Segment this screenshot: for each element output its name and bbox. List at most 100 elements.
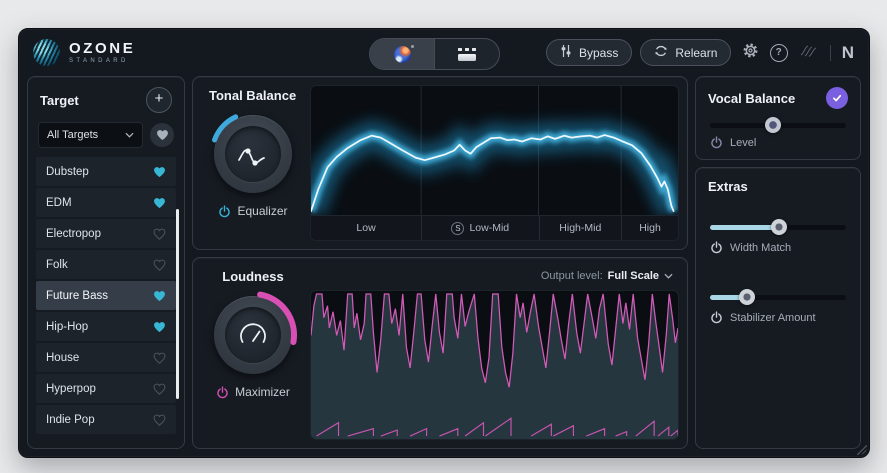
target-item[interactable]: Electropop <box>36 219 176 248</box>
relearn-button[interactable]: Relearn <box>640 39 731 66</box>
band-low-mid[interactable]: SLow-Mid <box>421 216 538 240</box>
stabilizer-handle[interactable] <box>739 289 755 305</box>
width-match-fill <box>710 225 779 230</box>
target-item[interactable]: Folk <box>36 250 176 279</box>
loudness-waveform-svg <box>311 291 678 439</box>
heart-filled-icon[interactable] <box>153 197 166 209</box>
target-item[interactable]: Indie Pop <box>36 405 176 434</box>
band-low[interactable]: Low <box>311 216 421 240</box>
output-level-label: Output level: <box>541 270 603 282</box>
target-item-label: Future Bass <box>46 290 108 302</box>
target-item[interactable]: House <box>36 343 176 372</box>
solo-badge[interactable]: S <box>451 222 464 235</box>
heart-filled-icon[interactable] <box>153 166 166 178</box>
maximizer-knob[interactable] <box>214 296 292 374</box>
bypass-button[interactable]: Bypass <box>546 39 632 66</box>
band-high[interactable]: High <box>621 216 678 240</box>
band-label: High <box>639 222 661 234</box>
output-level-dropdown[interactable]: Output level: Full Scale <box>310 266 679 290</box>
equalizer-power-icon[interactable] <box>218 205 231 218</box>
relearn-label: Relearn <box>675 46 717 60</box>
target-item-label: Electropop <box>46 228 101 240</box>
width-match-power-icon[interactable] <box>710 241 723 254</box>
heart-icon <box>156 129 169 141</box>
check-icon <box>831 92 843 104</box>
target-item-label: EDM <box>46 197 72 209</box>
target-item[interactable]: Hyperpop <box>36 374 176 403</box>
content-area: Target + All Targets Dubs <box>27 76 861 449</box>
heart-filled-icon[interactable] <box>153 321 166 333</box>
assistant-view-tab[interactable] <box>370 39 434 69</box>
scrollbar[interactable] <box>176 209 179 399</box>
band-high-mid[interactable]: High-Mid <box>539 216 622 240</box>
target-item[interactable]: Hip-Hop <box>36 312 176 341</box>
target-item-label: Hip-Hop <box>46 321 88 333</box>
stabilizer-label: Stabilizer Amount <box>730 312 816 324</box>
heart-filled-icon[interactable] <box>153 290 166 302</box>
maximizer-power-icon[interactable] <box>216 386 229 399</box>
stabilizer-slider[interactable] <box>710 289 846 305</box>
stabilizer-power-icon[interactable] <box>710 311 723 324</box>
vocal-level-handle[interactable] <box>765 117 781 133</box>
target-filter-value: All Targets <box>47 129 98 141</box>
ozone-logo-icon <box>33 39 60 66</box>
view-toggle <box>369 38 500 70</box>
heart-outline-icon[interactable] <box>153 414 166 426</box>
brand-subtitle: STANDARD <box>69 58 135 64</box>
desktop-background: OZONE STANDARD Bypass Re <box>0 0 887 473</box>
target-item-label: Indie Pop <box>46 414 95 426</box>
eq-curve-icon <box>233 134 273 174</box>
vocal-balance-title: Vocal Balance <box>708 91 795 106</box>
gauge-icon <box>233 315 273 355</box>
bypass-label: Bypass <box>579 46 618 60</box>
izotope-logo-icon <box>799 43 819 63</box>
loudness-visualizer <box>310 290 679 440</box>
help-icon[interactable]: ? <box>770 44 788 62</box>
output-level-value: Full Scale <box>608 270 659 282</box>
target-panel: Target + All Targets Dubs <box>27 76 185 449</box>
target-item-label: Folk <box>46 259 68 271</box>
vocal-balance-enabled-checkbox[interactable] <box>826 87 848 109</box>
band-label: Low <box>356 222 375 234</box>
target-item[interactable]: Future Bass <box>36 281 176 310</box>
tonal-balance-panel: Tonal Balance <box>192 76 688 250</box>
transport-buttons: Bypass Relearn <box>546 39 731 66</box>
ozone-plugin-window: OZONE STANDARD Bypass Re <box>18 28 870 458</box>
modules-view-icon <box>458 48 477 61</box>
header-icons: ? N <box>742 29 855 76</box>
top-bar: OZONE STANDARD Bypass Re <box>19 29 869 76</box>
target-item-label: Hyperpop <box>46 383 96 395</box>
target-list: Dubstep EDM Electropop Folk Future Bass Hip-H… <box>36 157 176 440</box>
detailed-view-tab[interactable] <box>434 39 499 69</box>
band-label: High-Mid <box>559 222 601 234</box>
target-filter-dropdown[interactable]: All Targets <box>38 122 143 148</box>
heart-outline-icon[interactable] <box>153 383 166 395</box>
maximizer-label: Maximizer <box>235 385 290 399</box>
level-label: Level <box>730 137 756 149</box>
heart-outline-icon[interactable] <box>153 352 166 364</box>
width-match-handle[interactable] <box>771 219 787 235</box>
target-item[interactable]: EDM <box>36 188 176 217</box>
equalizer-knob[interactable] <box>214 115 292 193</box>
extras-title: Extras <box>708 179 848 194</box>
resize-handle[interactable] <box>857 445 867 455</box>
heart-outline-icon[interactable] <box>153 259 166 271</box>
vocal-level-slider[interactable] <box>710 117 846 130</box>
favorites-filter-button[interactable] <box>150 123 174 147</box>
tonal-spectrum-svg <box>311 86 678 215</box>
vocal-balance-panel: Vocal Balance Level <box>695 76 861 160</box>
chevron-down-icon <box>664 273 673 279</box>
assistant-sphere-icon <box>394 46 411 63</box>
heart-outline-icon[interactable] <box>153 228 166 240</box>
loudness-panel: Loudness <box>192 257 688 449</box>
fader-icon <box>560 44 572 61</box>
band-label-row: Low SLow-Mid High-Mid High <box>311 215 678 240</box>
add-target-button[interactable]: + <box>146 87 172 113</box>
width-match-slider[interactable] <box>710 219 846 235</box>
ni-logo: N <box>842 43 855 63</box>
extras-panel: Extras Width Match <box>695 167 861 449</box>
brand-name: OZONE <box>69 41 135 56</box>
level-power-icon[interactable] <box>710 136 723 149</box>
gear-icon[interactable] <box>742 42 759 64</box>
target-item[interactable]: Dubstep <box>36 157 176 186</box>
